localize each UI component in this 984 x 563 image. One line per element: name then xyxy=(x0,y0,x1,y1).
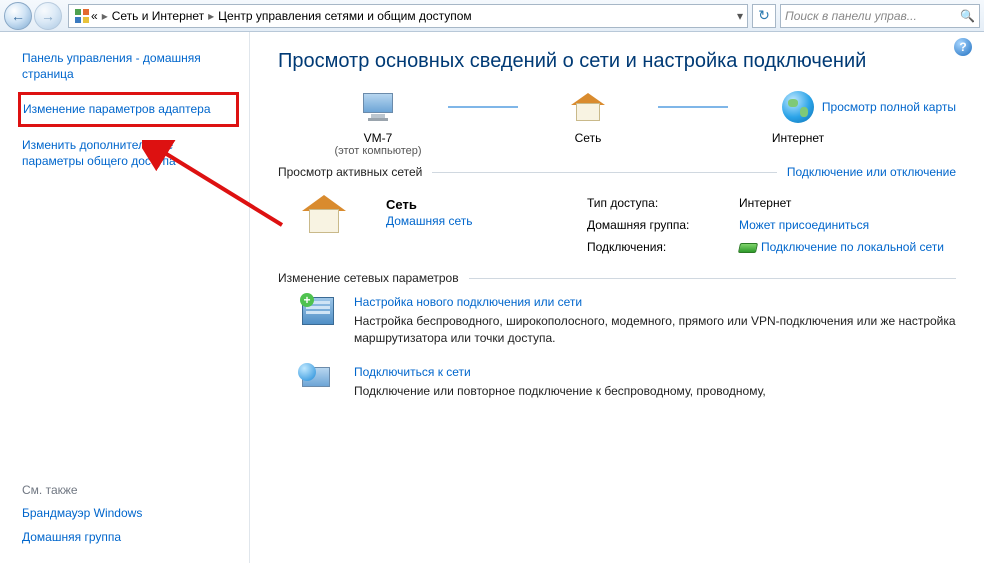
breadcrumb-item[interactable]: Сеть и Интернет xyxy=(112,9,204,23)
divider xyxy=(432,172,777,173)
access-type-value: Интернет xyxy=(739,193,954,213)
access-type-label: Тип доступа: xyxy=(587,193,737,213)
chevron-right-icon: ▸ xyxy=(98,9,112,23)
list-item[interactable]: + Настройка нового подключения или сети … xyxy=(302,295,956,347)
see-also-heading: См. также xyxy=(22,483,233,497)
back-button[interactable]: ← xyxy=(4,2,32,30)
full-map-link[interactable]: Просмотр полной карты xyxy=(822,100,956,114)
map-this-pc[interactable]: VM-7 (этот компьютер) xyxy=(308,87,448,157)
network-name: Сеть xyxy=(386,197,472,212)
nic-icon xyxy=(738,243,758,253)
map-connection-line xyxy=(658,87,728,127)
sidebar-homegroup-link[interactable]: Домашняя группа xyxy=(22,529,233,545)
map-internet[interactable]: Интернет xyxy=(728,87,868,145)
arrow-left-icon: ← xyxy=(11,8,25,24)
search-placeholder: Поиск в панели управ... xyxy=(785,9,917,23)
table-row: Подключения: Подключение по локальной се… xyxy=(587,237,954,257)
breadcrumb-ellipsis[interactable]: « xyxy=(91,9,98,23)
new-connection-desc: Настройка беспроводного, широкополосного… xyxy=(354,313,956,347)
section-label: Изменение сетевых параметров xyxy=(278,271,469,285)
section-active-networks: Просмотр активных сетей Подключение или … xyxy=(278,165,956,179)
page-title: Просмотр основных сведений о сети и наст… xyxy=(278,50,956,73)
refresh-button[interactable]: ↻ xyxy=(752,4,776,28)
settings-list: + Настройка нового подключения или сети … xyxy=(302,295,956,399)
section-change-settings: Изменение сетевых параметров xyxy=(278,271,956,285)
connection-link[interactable]: Подключение по локальной сети xyxy=(761,240,944,254)
main-content: ? Просмотр основных сведений о сети и на… xyxy=(250,32,984,563)
network-map: VM-7 (этот компьютер) Сеть Интернет xyxy=(308,87,956,157)
homegroup-label: Домашняя группа: xyxy=(587,215,737,235)
sidebar: Панель управления - домашняя страница Из… xyxy=(0,32,250,563)
table-row: Домашняя группа: Может присоединиться xyxy=(587,215,954,235)
refresh-icon: ↻ xyxy=(758,7,770,24)
table-row: Тип доступа: Интернет xyxy=(587,193,954,213)
annotation-highlight: Изменение параметров адаптера xyxy=(18,92,239,126)
sidebar-firewall-link[interactable]: Брандмауэр Windows xyxy=(22,505,233,521)
list-item[interactable]: Подключиться к сети Подключение или повт… xyxy=(302,365,956,400)
divider xyxy=(469,278,956,279)
connect-network-link[interactable]: Подключиться к сети xyxy=(354,365,766,379)
new-connection-icon: + xyxy=(302,295,340,347)
network-type-link[interactable]: Домашняя сеть xyxy=(386,214,472,228)
new-connection-link[interactable]: Настройка нового подключения или сети xyxy=(354,295,956,309)
see-also-section: См. также Брандмауэр Windows Домашняя гр… xyxy=(22,463,233,553)
globe-icon xyxy=(782,91,814,123)
breadcrumb-dropdown-icon[interactable]: ▾ xyxy=(731,9,743,23)
map-network[interactable]: Сеть xyxy=(518,87,658,145)
arrow-right-icon: → xyxy=(41,8,55,24)
connect-network-desc: Подключение или повторное подключение к … xyxy=(354,383,766,400)
control-panel-icon xyxy=(73,7,91,25)
sidebar-home-link[interactable]: Панель управления - домашняя страница xyxy=(22,50,233,82)
connections-label: Подключения: xyxy=(587,237,737,257)
connect-disconnect-link[interactable]: Подключение или отключение xyxy=(777,165,956,179)
homegroup-link[interactable]: Может присоединиться xyxy=(739,218,869,232)
address-bar: ← → « ▸ Сеть и Интернет ▸ Центр управлен… xyxy=(0,0,984,32)
map-this-pc-sublabel: (этот компьютер) xyxy=(334,145,421,157)
active-network-block: Сеть Домашняя сеть Тип доступа: Интернет… xyxy=(302,189,956,259)
sidebar-sharing-settings-link[interactable]: Изменить дополнительные параметры общего… xyxy=(22,137,233,169)
section-label: Просмотр активных сетей xyxy=(278,165,432,179)
search-icon: 🔍 xyxy=(960,9,975,23)
chevron-right-icon: ▸ xyxy=(204,9,218,23)
connect-network-icon xyxy=(302,365,340,400)
computer-icon xyxy=(360,93,396,121)
network-type-icon xyxy=(302,189,362,259)
map-this-pc-label: VM-7 xyxy=(364,131,393,145)
map-internet-label: Интернет xyxy=(772,131,824,145)
breadcrumb-item[interactable]: Центр управления сетями и общим доступом xyxy=(218,9,472,23)
search-input[interactable]: Поиск в панели управ... 🔍 xyxy=(780,4,980,28)
forward-button[interactable]: → xyxy=(34,2,62,30)
sidebar-adapter-settings-link[interactable]: Изменение параметров адаптера xyxy=(23,101,230,117)
breadcrumb-path[interactable]: « ▸ Сеть и Интернет ▸ Центр управления с… xyxy=(68,4,748,28)
house-icon xyxy=(571,93,605,121)
network-details-table: Тип доступа: Интернет Домашняя группа: М… xyxy=(585,191,956,259)
map-network-label: Сеть xyxy=(575,131,602,145)
map-connection-line xyxy=(448,87,518,127)
help-icon[interactable]: ? xyxy=(954,38,972,56)
